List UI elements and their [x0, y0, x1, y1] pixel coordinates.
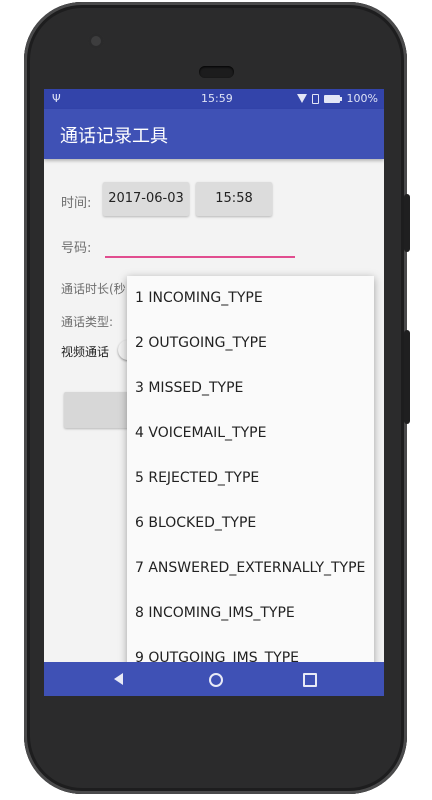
- battery-percent: 100%: [346, 92, 378, 105]
- number-input-underline: [105, 256, 295, 258]
- sim-icon: [311, 93, 319, 104]
- status-icons: 100%: [296, 92, 378, 105]
- power-button: [404, 330, 410, 424]
- recent-apps-icon[interactable]: [303, 673, 317, 687]
- status-bar: Ψ 15:59 100%: [44, 89, 384, 109]
- dropdown-option[interactable]: 6 BLOCKED_TYPE: [127, 501, 374, 546]
- dropdown-option[interactable]: 7 ANSWERED_EXTERNALLY_TYPE: [127, 546, 374, 591]
- call-type-label: 通话类型:: [61, 315, 114, 329]
- dropdown-option[interactable]: 2 OUTGOING_TYPE: [127, 321, 374, 366]
- dropdown-option[interactable]: 1 INCOMING_TYPE: [127, 276, 374, 321]
- dropdown-option[interactable]: 4 VOICEMAIL_TYPE: [127, 411, 374, 456]
- earpiece-speaker: [199, 66, 234, 78]
- date-button[interactable]: 2017-06-03: [103, 182, 189, 216]
- front-camera: [88, 33, 104, 49]
- time-button[interactable]: 15:58: [196, 182, 272, 216]
- status-time: 15:59: [201, 92, 233, 105]
- time-label: 时间:: [61, 196, 92, 211]
- call-type-dropdown: 1 INCOMING_TYPE 2 OUTGOING_TYPE 3 MISSED…: [127, 276, 374, 696]
- home-icon[interactable]: [209, 673, 223, 687]
- dropdown-option[interactable]: 5 REJECTED_TYPE: [127, 456, 374, 501]
- app-bar: 通话记录工具: [44, 109, 384, 159]
- number-label: 号码:: [61, 241, 92, 256]
- duration-label: 通话时长(秒: [61, 282, 126, 296]
- usb-icon: Ψ: [52, 92, 61, 105]
- back-icon[interactable]: [114, 673, 123, 685]
- screen: Ψ 15:59 100% 通话记录工具 时间: 2017-06-03 15:58…: [44, 89, 384, 696]
- wifi-icon: [296, 94, 307, 103]
- number-input[interactable]: [105, 235, 299, 257]
- app-title: 通话记录工具: [60, 126, 168, 147]
- dropdown-option[interactable]: 8 INCOMING_IMS_TYPE: [127, 591, 374, 636]
- volume-button: [404, 194, 410, 252]
- video-call-label: 视频通话: [61, 345, 110, 359]
- dropdown-option[interactable]: 3 MISSED_TYPE: [127, 366, 374, 411]
- battery-icon: [323, 94, 342, 103]
- navigation-bar: [44, 662, 384, 696]
